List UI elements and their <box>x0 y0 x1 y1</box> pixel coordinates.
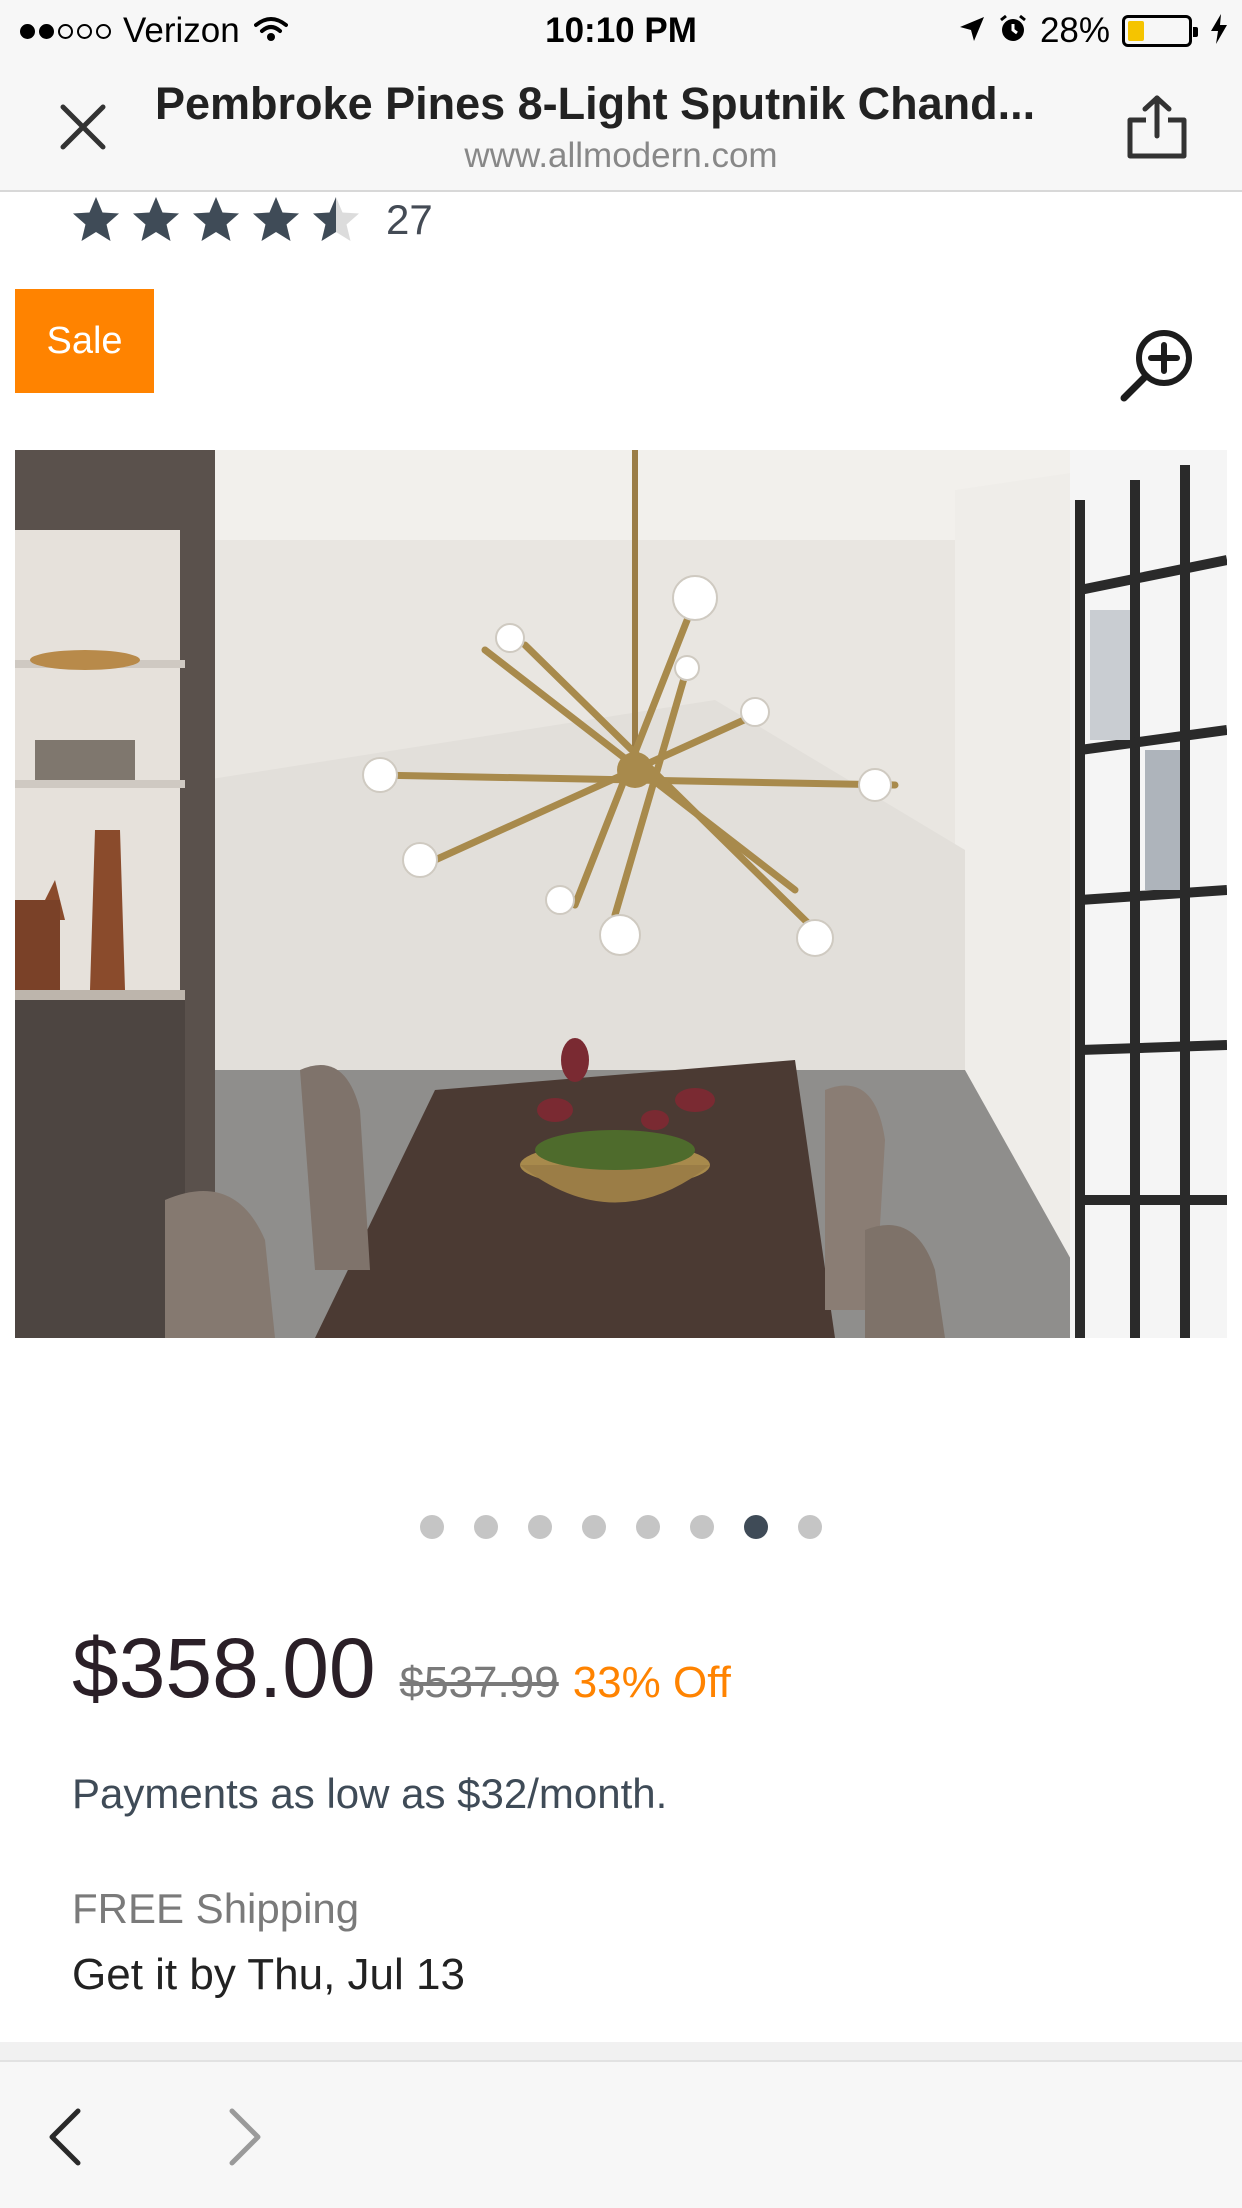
chandelier-photo <box>15 450 1227 1338</box>
shipping-label: FREE Shipping <box>72 1885 360 1932</box>
pagination-dot[interactable] <box>690 1515 714 1539</box>
image-pagination <box>0 1515 1242 1539</box>
battery-level-fill <box>1128 21 1145 41</box>
sale-badge: Sale <box>15 289 154 393</box>
forward-button[interactable] <box>218 2107 268 2167</box>
pagination-dot[interactable] <box>744 1515 768 1539</box>
status-right: 28% <box>958 8 1228 54</box>
review-count: 27 <box>386 196 433 243</box>
content-divider <box>0 2042 1242 2060</box>
payments-link[interactable]: Payments as low as $32/month. <box>72 1770 667 1818</box>
status-bar: Verizon 10:10 PM 28% <box>0 0 1242 62</box>
discount-label: 33% Off <box>572 1658 731 1707</box>
share-button[interactable] <box>1122 92 1192 162</box>
share-icon <box>1127 95 1187 159</box>
charging-bolt-icon <box>1210 13 1228 49</box>
star-icon <box>133 197 179 241</box>
battery-icon <box>1122 15 1198 47</box>
page-title: Pembroke Pines 8-Light Sputnik Chand... <box>155 78 1036 129</box>
pagination-dot[interactable] <box>474 1515 498 1539</box>
location-arrow-icon <box>958 15 986 48</box>
price-row: $358.00 $537.99 33% Off <box>72 1620 731 1717</box>
delivery-estimate: Get it by Thu, Jul 13 <box>72 1950 465 1999</box>
browser-header: Pembroke Pines 8-Light Sputnik Chand... … <box>0 62 1242 192</box>
star-icon <box>253 197 299 241</box>
page-url: www.allmodern.com <box>464 136 778 175</box>
original-price: $537.99 <box>399 1658 559 1707</box>
sale-price: $358.00 <box>72 1621 376 1715</box>
pagination-dot[interactable] <box>420 1515 444 1539</box>
forward-chevron-icon <box>229 2108 261 2166</box>
pagination-dot[interactable] <box>528 1515 552 1539</box>
alarm-icon <box>998 14 1028 49</box>
pagination-dot[interactable] <box>582 1515 606 1539</box>
product-rating[interactable]: 27 <box>70 190 433 250</box>
back-chevron-icon <box>49 2108 81 2166</box>
star-icon <box>73 197 119 241</box>
pagination-dot[interactable] <box>636 1515 660 1539</box>
pagination-dot[interactable] <box>798 1515 822 1539</box>
browser-toolbar <box>0 2060 1242 2208</box>
product-image[interactable] <box>15 450 1227 1338</box>
back-button[interactable] <box>42 2107 92 2167</box>
star-icon <box>313 197 359 241</box>
battery-percent: 28% <box>1039 11 1110 50</box>
zoom-in-icon <box>1120 330 1192 402</box>
star-icon <box>193 197 239 241</box>
zoom-button[interactable] <box>1118 325 1198 405</box>
rating-stars <box>70 194 362 246</box>
